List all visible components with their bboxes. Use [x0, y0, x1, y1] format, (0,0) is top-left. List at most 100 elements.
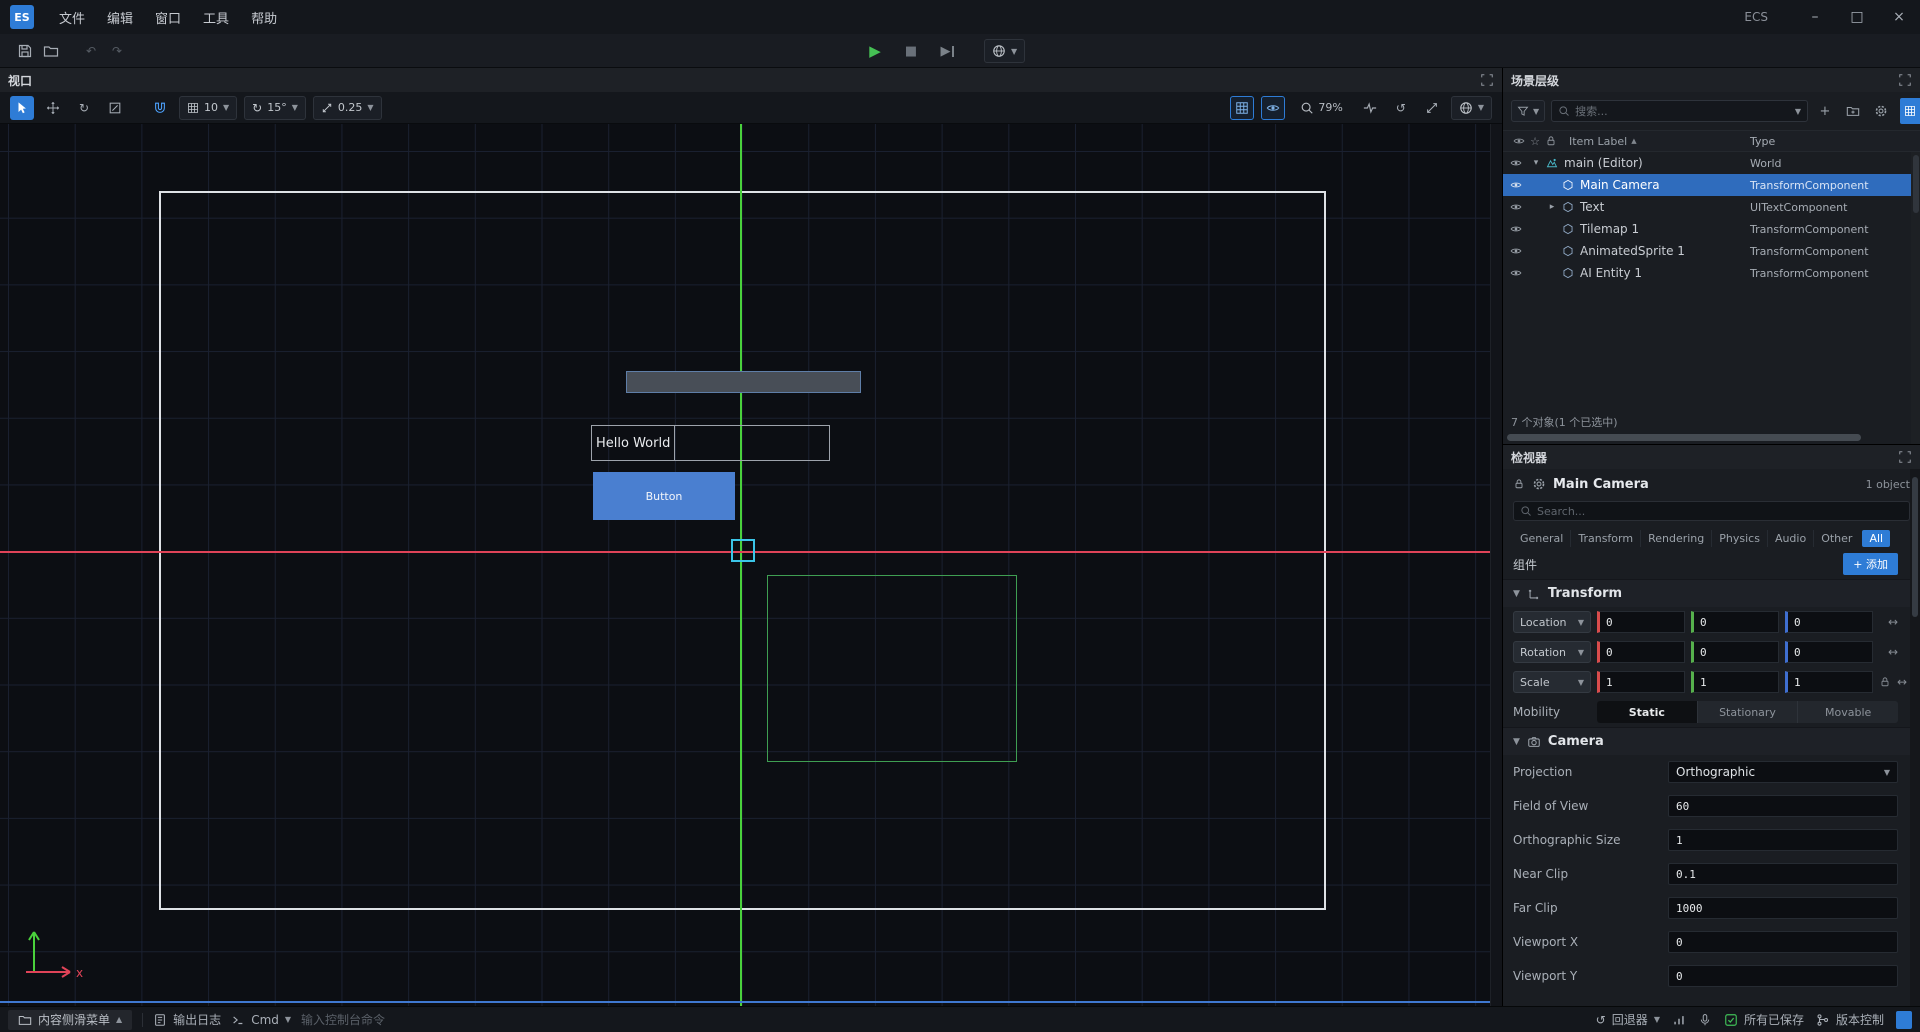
- viewport-x-field[interactable]: 0: [1668, 931, 1898, 953]
- inspector-search[interactable]: [1513, 501, 1910, 521]
- corner-indicator[interactable]: [1896, 1011, 1912, 1029]
- step-button[interactable]: ▶: [934, 38, 960, 64]
- world-dropdown[interactable]: ▼: [1451, 96, 1492, 120]
- expand-panel-icon[interactable]: [1898, 73, 1912, 87]
- minimize-button[interactable]: –: [1794, 0, 1836, 34]
- signal-icon[interactable]: [1672, 1013, 1686, 1027]
- hierarchy-row-text[interactable]: ▸ Text UITextComponent: [1503, 196, 1920, 218]
- rotation-z-field[interactable]: 0: [1785, 641, 1873, 663]
- entity-bounds-rect[interactable]: [767, 575, 1017, 762]
- zoom-control[interactable]: 79%: [1300, 101, 1342, 115]
- hierarchy-row-main[interactable]: ▾ main (Editor) World: [1503, 152, 1920, 174]
- location-z-field[interactable]: 0: [1785, 611, 1873, 633]
- open-button[interactable]: [38, 38, 64, 64]
- tab-other[interactable]: Other: [1813, 530, 1859, 547]
- move-tool-button[interactable]: [41, 96, 65, 120]
- reset-view-button[interactable]: ↺: [1389, 96, 1413, 120]
- mobility-static[interactable]: Static: [1597, 701, 1697, 723]
- button-object[interactable]: Button: [593, 472, 735, 520]
- run-target-dropdown[interactable]: ▼: [984, 39, 1025, 63]
- eye-icon[interactable]: [1503, 223, 1529, 235]
- menu-file[interactable]: 文件: [48, 0, 96, 34]
- scale-y-field[interactable]: 1: [1691, 671, 1779, 693]
- eye-column-icon[interactable]: [1511, 135, 1527, 147]
- location-x-field[interactable]: 0: [1597, 611, 1685, 633]
- menu-edit[interactable]: 编辑: [96, 0, 144, 34]
- lock-icon[interactable]: [1513, 478, 1525, 490]
- menu-window[interactable]: 窗口: [144, 0, 192, 34]
- orthographic-size-field[interactable]: 1: [1668, 829, 1898, 851]
- expand-caret-icon[interactable]: ▸: [1545, 202, 1559, 212]
- eye-icon[interactable]: [1503, 179, 1529, 191]
- rotation-dropdown[interactable]: Rotation▼: [1513, 641, 1591, 663]
- projection-select[interactable]: Orthographic▼: [1668, 761, 1898, 783]
- hierarchy-row-main-camera[interactable]: Main Camera TransformComponent: [1503, 174, 1920, 196]
- link-icon[interactable]: ↔: [1888, 616, 1898, 628]
- console-command-input[interactable]: [301, 1013, 521, 1027]
- expand-panel-icon[interactable]: [1480, 73, 1494, 87]
- version-control-button[interactable]: 版本控制: [1816, 1011, 1884, 1028]
- rotation-x-field[interactable]: 0: [1597, 641, 1685, 663]
- link-icon[interactable]: ↔: [1897, 676, 1907, 688]
- eye-icon[interactable]: [1503, 267, 1529, 279]
- viewport-scrollbar[interactable]: [1490, 124, 1502, 1006]
- eye-icon[interactable]: [1503, 201, 1529, 213]
- scale-tool-button[interactable]: [103, 96, 127, 120]
- tilemap-object[interactable]: [626, 371, 861, 393]
- tab-rendering[interactable]: Rendering: [1640, 530, 1711, 547]
- location-y-field[interactable]: 0: [1691, 611, 1779, 633]
- transform-section-header[interactable]: ▼ Transform: [1503, 579, 1920, 607]
- hierarchy-row-ai-entity[interactable]: AI Entity 1 TransformComponent: [1503, 262, 1920, 284]
- scale-snap-dropdown[interactable]: 0.25 ▼: [313, 96, 382, 120]
- gear-icon[interactable]: [1532, 477, 1546, 491]
- field-of-view-field[interactable]: 60: [1668, 795, 1898, 817]
- menu-tools[interactable]: 工具: [192, 0, 240, 34]
- tab-audio[interactable]: Audio: [1767, 530, 1813, 547]
- tab-general[interactable]: General: [1513, 530, 1570, 547]
- microphone-icon[interactable]: [1698, 1013, 1712, 1027]
- inspector-vscrollbar[interactable]: [1910, 469, 1920, 1006]
- close-button[interactable]: ×: [1878, 0, 1920, 34]
- visibility-toggle-button[interactable]: [1261, 96, 1285, 120]
- snap-toggle-button[interactable]: [148, 96, 172, 120]
- maximize-button[interactable]: □: [1836, 0, 1878, 34]
- column-type[interactable]: Type: [1750, 135, 1920, 148]
- scene-canvas[interactable]: Hello World Button x: [0, 124, 1490, 1006]
- text-object[interactable]: Hello World: [591, 425, 830, 461]
- expand-panel-icon[interactable]: [1898, 450, 1912, 464]
- add-entity-button[interactable]: +: [1814, 100, 1836, 122]
- eye-icon[interactable]: [1503, 245, 1529, 257]
- location-dropdown[interactable]: Location▼: [1513, 611, 1591, 633]
- hierarchy-hscrollbar[interactable]: [1503, 432, 1920, 444]
- new-folder-button[interactable]: [1842, 100, 1864, 122]
- rotation-y-field[interactable]: 0: [1691, 641, 1779, 663]
- fullscreen-button[interactable]: [1420, 96, 1444, 120]
- redo-button[interactable]: ↷: [104, 38, 130, 64]
- mobility-movable[interactable]: Movable: [1797, 701, 1898, 723]
- play-button[interactable]: ▶: [862, 38, 888, 64]
- rotate-tool-button[interactable]: ↻: [72, 96, 96, 120]
- tab-all[interactable]: All: [1862, 530, 1890, 547]
- grid-snap-dropdown[interactable]: 10 ▼: [179, 96, 237, 120]
- grid-toggle-button[interactable]: [1230, 96, 1254, 120]
- hierarchy-vscrollbar[interactable]: [1911, 152, 1920, 444]
- hierarchy-search[interactable]: ▼: [1551, 100, 1808, 122]
- scale-dropdown[interactable]: Scale▼: [1513, 671, 1591, 693]
- scale-x-field[interactable]: 1: [1597, 671, 1685, 693]
- viewport-y-field[interactable]: 0: [1668, 965, 1898, 987]
- stop-button[interactable]: ■: [898, 38, 924, 64]
- saved-status[interactable]: 所有已保存: [1724, 1011, 1804, 1028]
- menu-help[interactable]: 帮助: [240, 0, 288, 34]
- favorite-column-icon[interactable]: ☆: [1527, 135, 1543, 148]
- hierarchy-row-animatedsprite[interactable]: AnimatedSprite 1 TransformComponent: [1503, 240, 1920, 262]
- link-icon[interactable]: ↔: [1888, 646, 1898, 658]
- cmd-dropdown[interactable]: Cmd ▼: [231, 1013, 291, 1027]
- hierarchy-search-input[interactable]: [1575, 105, 1790, 118]
- hierarchy-row-tilemap[interactable]: Tilemap 1 TransformComponent: [1503, 218, 1920, 240]
- inspector-search-input[interactable]: [1537, 505, 1903, 518]
- scale-z-field[interactable]: 1: [1785, 671, 1873, 693]
- hierarchy-settings-button[interactable]: [1870, 100, 1892, 122]
- lock-column-icon[interactable]: [1543, 135, 1559, 147]
- collapse-caret-icon[interactable]: ▾: [1529, 158, 1543, 168]
- save-button[interactable]: [12, 38, 38, 64]
